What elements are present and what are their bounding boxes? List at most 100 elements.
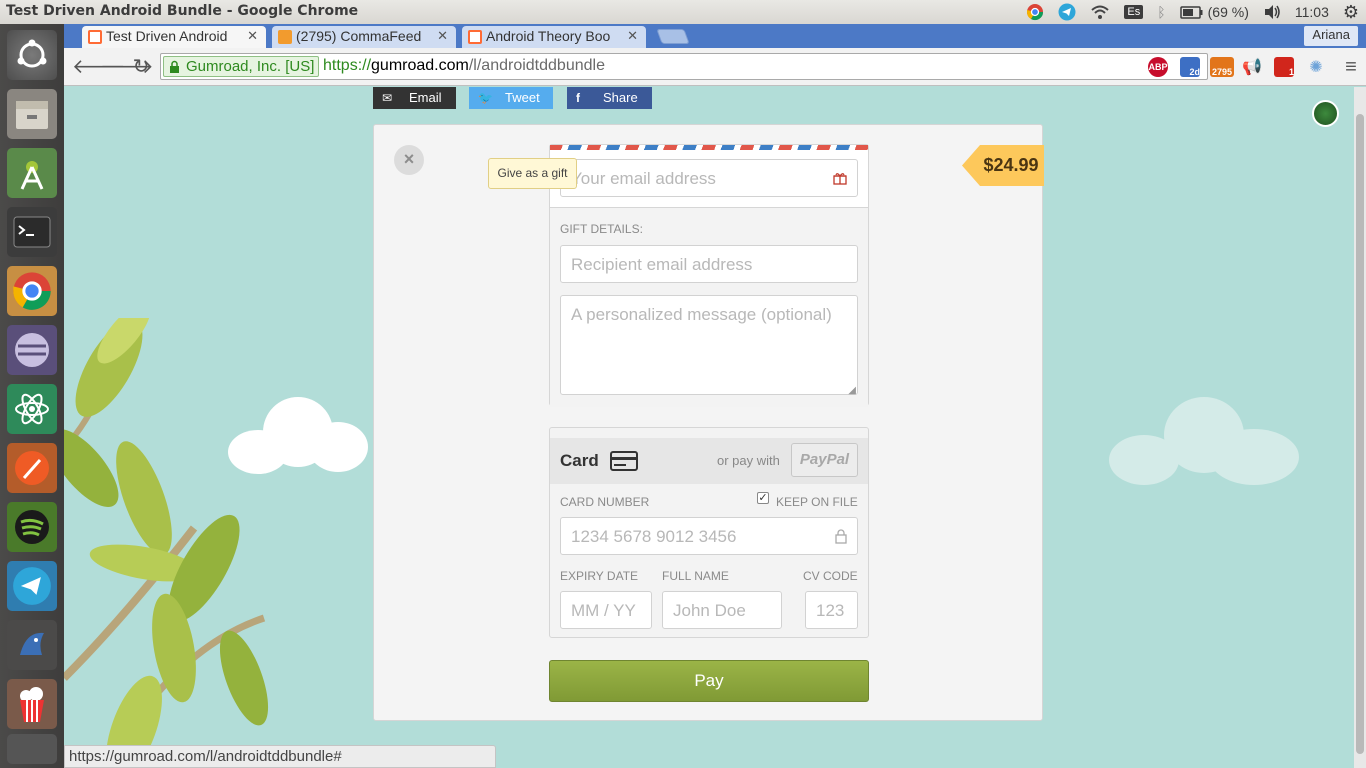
forward-icon[interactable]: 🡒: [100, 56, 154, 78]
chrome-menu-icon[interactable]: ≡: [1340, 56, 1362, 78]
checkout-modal: × $24.99 Your email address GIFT DETAILS…: [373, 124, 1044, 721]
browser-toolbar: 🡐 🡒 ↻ Gumroad, Inc. [US] https://gumroad…: [64, 48, 1366, 86]
resize-handle-icon[interactable]: ◢: [848, 385, 856, 396]
tab-android-theory[interactable]: Android Theory Boo ✕: [462, 26, 646, 48]
battery-icon: [1179, 5, 1203, 19]
terminal-icon[interactable]: [7, 207, 57, 257]
tweet-button[interactable]: 🐦 Tweet: [469, 87, 553, 109]
or-pay-with-label: or pay with: [717, 453, 780, 468]
jabber-icon[interactable]: [7, 620, 57, 670]
email-share-button[interactable]: ✉ Email: [373, 87, 456, 109]
close-tab-icon[interactable]: ✕: [627, 28, 638, 44]
announce-icon[interactable]: 📢: [1242, 57, 1262, 77]
gift-details-label: GIFT DETAILS:: [560, 222, 643, 236]
status-bubble: https://gumroad.com/l/androidtddbundle#: [64, 745, 496, 768]
tab-test-driven-android[interactable]: Test Driven Android ✕: [82, 26, 266, 48]
gift-icon[interactable]: [833, 171, 847, 185]
atom-icon[interactable]: [7, 384, 57, 434]
telegram-icon[interactable]: [7, 561, 57, 611]
url-text: https://gumroad.com/l/androidtddbundle: [323, 57, 605, 74]
ev-certificate-badge[interactable]: Gumroad, Inc. [US]: [163, 56, 320, 77]
postman-icon[interactable]: [7, 443, 57, 493]
tab-label: Test Driven Android: [106, 28, 228, 44]
airmail-stripe: [550, 145, 868, 150]
avatar[interactable]: [1312, 100, 1339, 127]
screen-capture-icon[interactable]: 2d: [1180, 57, 1200, 77]
full-name-field[interactable]: John Doe: [662, 591, 782, 629]
telegram-tray-icon[interactable]: [1058, 0, 1076, 24]
facebook-icon: f: [576, 91, 580, 105]
full-name-label: FULL NAME: [662, 569, 729, 583]
card-number-label: CARD NUMBER: [560, 495, 650, 509]
battery-percent: (69 %): [1207, 4, 1249, 20]
facebook-share-button[interactable]: f Share: [567, 87, 652, 109]
card-title: Card: [560, 451, 599, 470]
tab-label: (2795) CommaFeed: [296, 28, 422, 44]
ubuntu-dash-icon[interactable]: [7, 30, 57, 80]
bluetooth-icon[interactable]: ᛒ: [1157, 0, 1165, 24]
spotify-icon[interactable]: [7, 502, 57, 552]
email-gift-panel: Your email address GIFT DETAILS: Recipie…: [549, 144, 869, 407]
recipient-email-field[interactable]: Recipient email address: [560, 245, 858, 283]
pay-button[interactable]: Pay: [549, 660, 869, 702]
email-field[interactable]: Your email address: [560, 159, 858, 197]
gift-message-textarea[interactable]: A personalized message (optional) ◢: [560, 295, 858, 396]
window-title: Test Driven Android Bundle - Google Chro…: [6, 3, 359, 19]
launcher: [0, 24, 64, 768]
trash-icon[interactable]: [7, 734, 57, 764]
close-tab-icon[interactable]: ✕: [247, 28, 258, 44]
profile-name[interactable]: Ariana: [1304, 26, 1358, 46]
chrome-icon[interactable]: [7, 266, 57, 316]
twitter-icon: 🐦: [478, 91, 493, 105]
wifi-icon[interactable]: [1090, 0, 1110, 24]
adblock-plus-icon[interactable]: ABP: [1148, 57, 1168, 77]
card-number-field[interactable]: 1234 5678 9012 3456: [560, 517, 858, 555]
popcorn-time-icon[interactable]: [7, 679, 57, 729]
vertical-scrollbar[interactable]: [1354, 87, 1366, 768]
web-page: ✉ Email 🐦 Tweet f Share × $24.99 Your em…: [64, 87, 1354, 768]
background-leaves-illustration: [64, 318, 269, 768]
lock-icon: [835, 529, 847, 544]
tab-label: Android Theory Boo: [486, 28, 611, 44]
new-tab-button[interactable]: [656, 29, 690, 44]
battery-indicator[interactable]: (69 %): [1179, 0, 1249, 24]
settings-gear-icon[interactable]: ⚙: [1343, 0, 1359, 24]
expiry-date-label: EXPIRY DATE: [560, 569, 639, 583]
tab-commafeed[interactable]: (2795) CommaFeed ✕: [272, 26, 456, 48]
address-bar[interactable]: Gumroad, Inc. [US] https://gumroad.com/l…: [160, 53, 1208, 80]
price-tag: $24.99: [962, 145, 1044, 186]
rss-icon: [278, 30, 292, 44]
cv-code-label: CV CODE: [803, 569, 858, 583]
android-studio-icon[interactable]: [7, 148, 57, 198]
gift-tooltip: Give as a gift: [488, 158, 577, 189]
close-tab-icon[interactable]: ✕: [437, 28, 448, 44]
gumroad-icon: [88, 30, 102, 44]
close-icon[interactable]: ×: [394, 145, 424, 175]
payment-panel: Card or pay with PayPal CARD NUMBER ✓ KE…: [549, 427, 869, 638]
keep-on-file-label: KEEP ON FILE: [776, 495, 858, 509]
cloud-right-illustration: [1109, 397, 1299, 485]
todoist-icon[interactable]: 1: [1274, 57, 1294, 77]
ufo-icon[interactable]: ✺: [1306, 57, 1326, 77]
payment-method-header: Card or pay with PayPal: [550, 438, 868, 484]
scrollbar-thumb[interactable]: [1356, 114, 1364, 754]
gumroad-icon: [468, 30, 482, 44]
files-icon[interactable]: [7, 89, 57, 139]
credit-card-icon: [610, 451, 638, 471]
paypal-button[interactable]: PayPal: [791, 443, 858, 477]
eclipse-icon[interactable]: [7, 325, 57, 375]
envelope-icon: ✉: [382, 91, 393, 105]
rss-feed-icon[interactable]: 2795: [1210, 57, 1234, 77]
back-icon[interactable]: 🡐: [72, 56, 126, 78]
keyboard-layout-indicator[interactable]: Es: [1124, 0, 1144, 24]
system-tray: Es ᛒ (69 %) 11:03 ⚙: [1019, 0, 1366, 24]
lock-icon: [170, 60, 179, 73]
cloud-left-illustration: [228, 397, 368, 474]
keep-on-file-checkbox[interactable]: ✓: [757, 492, 769, 504]
cv-code-field[interactable]: 123: [805, 591, 858, 629]
volume-icon[interactable]: [1263, 0, 1281, 24]
expiry-date-field[interactable]: MM / YY: [560, 591, 652, 629]
clock[interactable]: 11:03: [1295, 0, 1329, 24]
reload-icon[interactable]: ↻: [130, 56, 152, 78]
chrome-tray-icon[interactable]: [1026, 0, 1044, 24]
